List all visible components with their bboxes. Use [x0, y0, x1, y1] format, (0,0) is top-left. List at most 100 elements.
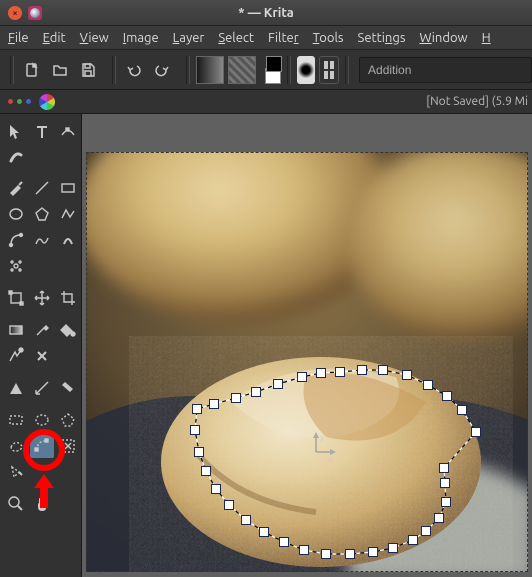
tool-polygon[interactable] — [30, 202, 54, 226]
selection-node[interactable] — [297, 372, 307, 382]
selection-node[interactable] — [457, 405, 467, 415]
selection-node[interactable] — [224, 500, 234, 510]
document-image: yx — [86, 152, 528, 572]
tool-polyline[interactable] — [56, 202, 80, 226]
tool-fill[interactable] — [56, 318, 80, 342]
selection-node[interactable] — [231, 393, 241, 403]
selection-node[interactable] — [402, 370, 412, 380]
tool-assistant[interactable] — [4, 376, 28, 400]
title-bar: × * — Krita — [0, 0, 532, 26]
canvas-bounds — [86, 152, 528, 572]
tool-edit-shape[interactable] — [56, 120, 80, 144]
selection-node[interactable] — [357, 365, 367, 375]
tool-line[interactable] — [30, 176, 54, 200]
close-icon[interactable]: × — [8, 6, 22, 20]
tool-bezier[interactable] — [4, 228, 28, 252]
save-icon[interactable] — [76, 58, 100, 82]
tool-dynamic-brush[interactable] — [56, 228, 80, 252]
selection-node[interactable] — [471, 427, 481, 437]
menu-edit[interactable]: Edit — [43, 31, 66, 45]
menu-tools[interactable]: Tools — [313, 31, 344, 45]
compositor-input[interactable] — [359, 57, 532, 83]
menu-settings[interactable]: Settings — [358, 31, 406, 45]
window-title: * — Krita — [238, 6, 294, 20]
status-text: [Not Saved] (5.9 Mi — [426, 95, 528, 108]
tool-select-free[interactable] — [4, 434, 28, 458]
selection-node[interactable] — [201, 466, 211, 476]
tool-select-contiguous[interactable] — [4, 460, 28, 484]
menu-view[interactable]: View — [80, 31, 109, 45]
selection-node[interactable] — [388, 543, 398, 553]
menu-file[interactable]: File — [8, 31, 29, 45]
selection-node[interactable] — [345, 549, 355, 559]
selection-node[interactable] — [273, 379, 283, 389]
tool-select-ellipse[interactable] — [30, 408, 54, 432]
selection-node[interactable] — [423, 380, 433, 390]
selection-node[interactable] — [194, 447, 204, 457]
tool-multi-brush[interactable] — [4, 254, 28, 278]
redo-icon[interactable] — [150, 58, 174, 82]
app-icon — [28, 6, 42, 20]
selection-node[interactable] — [259, 527, 269, 537]
tool-measure[interactable] — [30, 376, 54, 400]
tool-brush[interactable] — [4, 176, 28, 200]
menu-image[interactable]: Image — [123, 31, 159, 45]
menu-select[interactable]: Select — [218, 31, 254, 45]
tool-transform[interactable] — [4, 286, 28, 310]
selection-node[interactable] — [439, 463, 449, 473]
tool-pan[interactable] — [30, 492, 54, 516]
selection-node[interactable] — [190, 425, 200, 435]
selection-node[interactable] — [209, 399, 219, 409]
selection-node[interactable] — [251, 387, 261, 397]
selection-node[interactable] — [434, 513, 444, 523]
gradient-swatch[interactable] — [196, 56, 224, 84]
selection-node[interactable] — [192, 404, 202, 414]
menu-help[interactable]: H — [482, 31, 491, 45]
selection-node[interactable] — [335, 367, 345, 377]
selection-node[interactable] — [421, 526, 431, 536]
tool-text[interactable] — [30, 120, 54, 144]
new-icon[interactable] — [20, 58, 44, 82]
selection-node[interactable] — [441, 497, 451, 507]
tool-select-arrow[interactable] — [4, 120, 28, 144]
tool-freehand[interactable] — [30, 228, 54, 252]
color-wheel-icon[interactable] — [39, 94, 55, 110]
brush-preview[interactable] — [297, 56, 315, 84]
tool-smart-fill[interactable] — [30, 344, 54, 368]
toolbox — [0, 114, 82, 577]
menu-filter[interactable]: Filter — [268, 31, 299, 45]
tool-select-rect[interactable] — [4, 408, 28, 432]
tool-ellipse[interactable] — [4, 202, 28, 226]
selection-node[interactable] — [316, 368, 326, 378]
selection-node[interactable] — [299, 545, 309, 555]
tool-rectangle[interactable] — [56, 176, 80, 200]
tool-calligraphy[interactable] — [4, 144, 28, 168]
selection-node[interactable] — [368, 547, 378, 557]
tool-gradient[interactable] — [4, 318, 28, 342]
menu-layer[interactable]: Layer — [173, 31, 205, 45]
tool-crop[interactable] — [56, 286, 80, 310]
tool-picker[interactable] — [30, 318, 54, 342]
edit-brush-icon[interactable] — [319, 56, 339, 84]
selection-node[interactable] — [279, 537, 289, 547]
selection-node[interactable] — [440, 478, 450, 488]
selection-node[interactable] — [442, 391, 452, 401]
canvas[interactable]: yx — [82, 114, 532, 577]
undo-icon[interactable] — [122, 58, 146, 82]
tool-reference[interactable] — [56, 376, 80, 400]
tool-select-similar[interactable] — [56, 434, 80, 458]
menu-window[interactable]: Window — [419, 31, 467, 45]
tool-select-polygon[interactable] — [56, 408, 80, 432]
selection-node[interactable] — [211, 484, 221, 494]
tool-select-bezier[interactable] — [30, 434, 54, 458]
tool-zoom[interactable] — [4, 492, 28, 516]
tool-pattern-edit[interactable] — [4, 344, 28, 368]
pattern-swatch[interactable] — [228, 56, 256, 84]
open-icon[interactable] — [48, 58, 72, 82]
tool-move[interactable] — [30, 286, 54, 310]
selection-node[interactable] — [241, 515, 251, 525]
selection-node[interactable] — [378, 365, 388, 375]
selection-node[interactable] — [321, 549, 331, 559]
selection-node[interactable] — [408, 535, 418, 545]
color-swatch[interactable] — [266, 56, 281, 84]
